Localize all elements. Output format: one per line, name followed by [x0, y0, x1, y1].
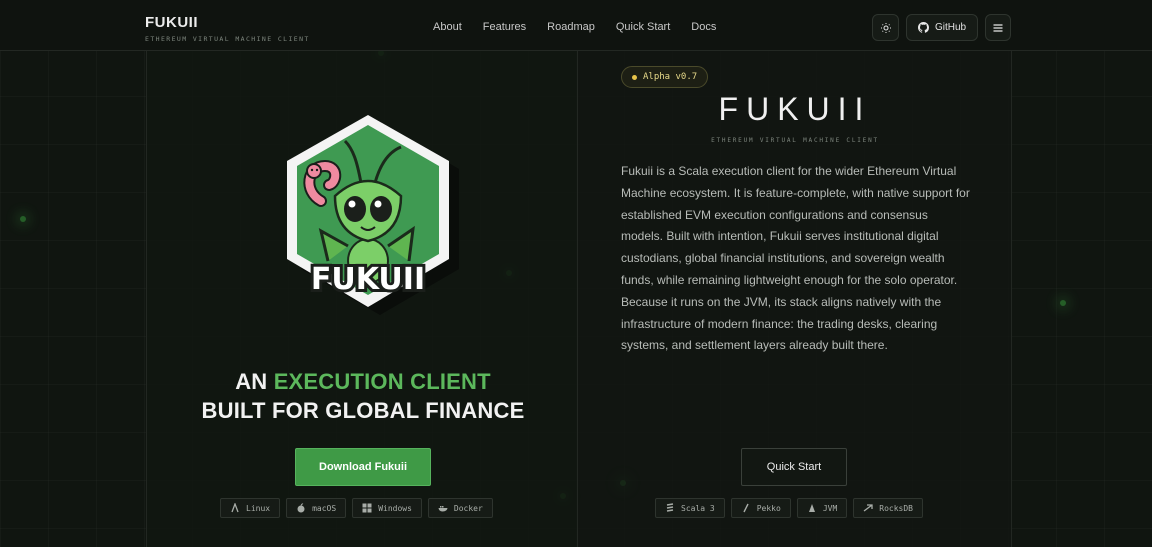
platform-label: Windows: [378, 503, 412, 513]
tech-label: Pekko: [756, 503, 781, 513]
background-glow: [20, 216, 26, 222]
status-dot-icon: [632, 74, 637, 80]
tech-stack-list: Scala 3 Pekko JVM RocksDB: [655, 498, 923, 518]
brand[interactable]: FUKUII ETHEREUM VIRTUAL MACHINE CLIENT: [145, 14, 310, 43]
tech-chip-jvm: JVM: [796, 498, 848, 518]
nav-link-about[interactable]: About: [433, 21, 462, 33]
tech-chip-pekko: Pekko: [730, 498, 791, 518]
about-title: FUKUII: [718, 91, 872, 127]
quick-start-button[interactable]: Quick Start: [741, 448, 847, 486]
platform-label: macOS: [312, 503, 337, 513]
tech-label: JVM: [822, 503, 838, 513]
windows-icon: [362, 503, 372, 513]
fukuii-mantis-logo: FUKUII: [287, 115, 459, 315]
nav-link-quick-start[interactable]: Quick Start: [616, 21, 670, 33]
jvm-icon: [808, 504, 815, 512]
about-panel: Alpha v0.7 FUKUII ETHEREUM VIRTUAL MACHI…: [578, 51, 1012, 547]
headline-line2: BUILT FOR GLOBAL FINANCE: [201, 398, 525, 423]
hero-panel: FUKUII AN EXECUTION CLIENT BUILT FOR GLO…: [146, 51, 578, 547]
nav-link-docs[interactable]: Docs: [691, 21, 716, 33]
tech-chip-rocksdb: RocksDB: [853, 498, 923, 518]
nav-link-roadmap[interactable]: Roadmap: [547, 21, 595, 33]
linux-icon: [231, 503, 239, 513]
platform-label: Docker: [453, 503, 483, 513]
logo-text: FUKUII: [311, 262, 425, 297]
hero-headline: AN EXECUTION CLIENT BUILT FOR GLOBAL FIN…: [147, 367, 579, 425]
rocksdb-icon: [863, 504, 873, 512]
platform-chip-windows[interactable]: Windows: [352, 498, 422, 518]
github-button[interactable]: GitHub: [906, 14, 978, 41]
about-subtitle: ETHEREUM VIRTUAL MACHINE CLIENT: [711, 137, 879, 144]
headline-prefix: AN: [235, 369, 274, 394]
github-label: GitHub: [934, 22, 967, 33]
theme-toggle-button[interactable]: [872, 14, 899, 41]
main-nav: About Features Roadmap Quick Start Docs: [433, 21, 737, 33]
version-badge: Alpha v0.7: [621, 66, 709, 88]
platform-chip-docker[interactable]: Docker: [427, 498, 493, 518]
about-description: Fukuii is a Scala execution client for t…: [621, 164, 970, 353]
version-label: Alpha v0.7: [643, 72, 698, 82]
docker-icon: [438, 506, 448, 512]
platform-label: Linux: [246, 503, 271, 513]
platform-list: Linux macOS Windows Docker: [220, 498, 493, 518]
pekko-icon: [743, 503, 749, 513]
brand-tagline: ETHEREUM VIRTUAL MACHINE CLIENT: [145, 35, 310, 43]
scala-icon: [666, 503, 674, 512]
menu-button[interactable]: [985, 14, 1011, 41]
platform-chip-macos[interactable]: macOS: [286, 498, 347, 518]
tech-chip-scala: Scala 3: [655, 498, 725, 518]
download-button[interactable]: Download Fukuii: [295, 448, 431, 486]
brand-name: FUKUII: [145, 14, 198, 31]
background-glow: [1060, 300, 1066, 306]
top-navbar: FUKUII ETHEREUM VIRTUAL MACHINE CLIENT A…: [0, 0, 1152, 51]
hamburger-menu-icon: [993, 23, 1003, 32]
headline-highlight: EXECUTION CLIENT: [273, 369, 491, 394]
apple-icon: [297, 503, 305, 513]
tech-label: Scala 3: [681, 503, 715, 513]
platform-chip-linux[interactable]: Linux: [220, 498, 281, 518]
sun-icon: [880, 22, 891, 33]
github-icon: [917, 22, 929, 33]
nav-link-features[interactable]: Features: [483, 21, 526, 33]
tech-label: RocksDB: [879, 503, 913, 513]
